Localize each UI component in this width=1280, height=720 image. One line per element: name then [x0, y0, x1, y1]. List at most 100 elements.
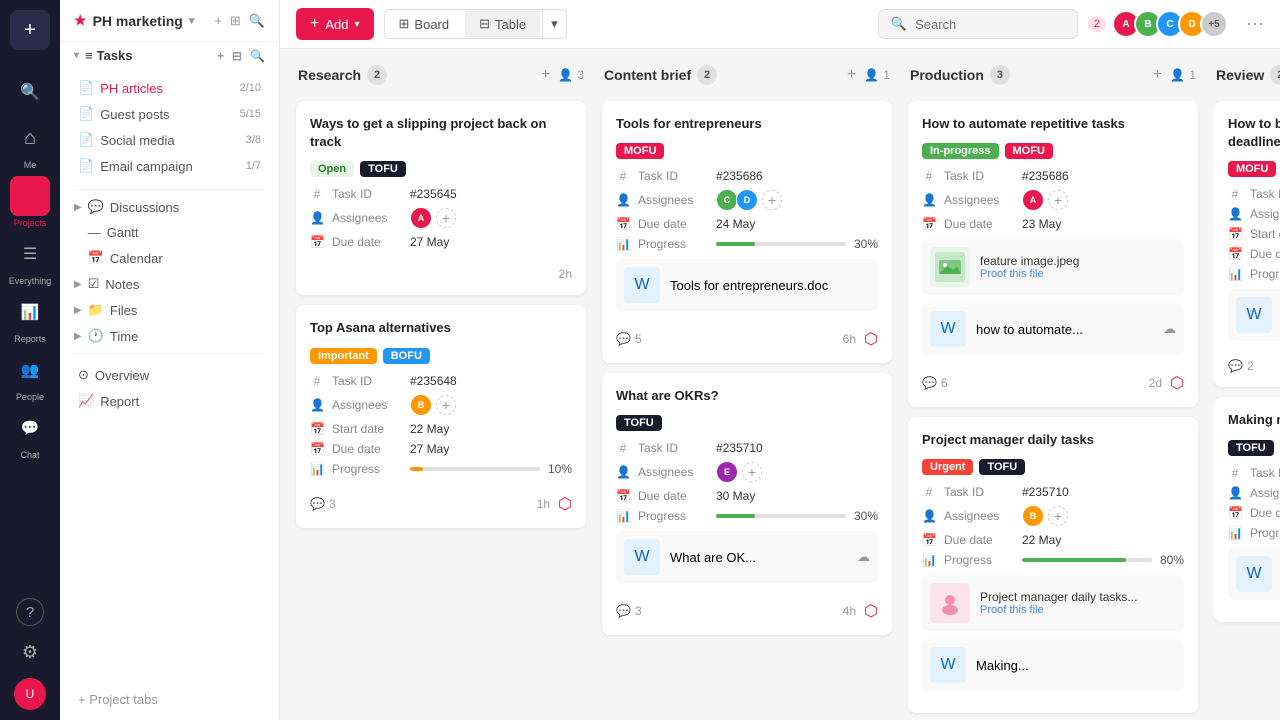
- nav-overview[interactable]: ⊙ Overview: [64, 362, 275, 388]
- user-avatar: U: [14, 678, 46, 710]
- nav-item-count: 5/15: [240, 108, 261, 120]
- card-production-2[interactable]: Project manager daily tasks Urgent TOFU …: [908, 417, 1198, 713]
- column-add-button[interactable]: +: [847, 66, 856, 84]
- chevron-down-icon: ▾: [189, 14, 195, 27]
- add-button[interactable]: + Add ▾: [296, 8, 374, 40]
- star-icon: ★: [74, 12, 87, 29]
- tasks-chevron: ▾: [74, 50, 79, 61]
- field-label: Due date: [1250, 506, 1280, 520]
- card-review-2[interactable]: Making mistak... TOFU # Task ID 👤 Assign…: [1214, 397, 1280, 621]
- files-icon: 📁: [88, 302, 104, 318]
- person-icon: 👤: [616, 193, 630, 207]
- sidebar-item-search[interactable]: 🔍: [10, 72, 50, 112]
- nav-ph-articles[interactable]: 📄 PH articles 2/10: [64, 75, 275, 101]
- card-footer: 2h: [310, 259, 572, 281]
- card-field-assignees: 👤 Assignees E +: [616, 461, 878, 483]
- nav-add-tabs[interactable]: + Project tabs: [64, 687, 275, 712]
- add-assignee-button[interactable]: +: [762, 190, 782, 210]
- tag-mofu: MOFU: [1005, 143, 1053, 159]
- card-footer: 💬 5 6h ⬡: [616, 321, 878, 349]
- card-field-duedate: 📅 Due date: [1228, 247, 1280, 261]
- tasks-filter-icon[interactable]: ⊟: [232, 49, 242, 63]
- nav-gantt[interactable]: ▶ — Gantt: [60, 220, 279, 245]
- card-comments: 💬 3: [616, 604, 642, 618]
- nav-add-icon[interactable]: +: [214, 13, 222, 29]
- add-assignee-button[interactable]: +: [1048, 506, 1068, 526]
- tasks-add-icon[interactable]: +: [217, 49, 224, 63]
- progress-fill: [716, 514, 755, 518]
- tasks-search-icon[interactable]: 🔍: [250, 49, 265, 63]
- nav-item-icon: 📄: [78, 80, 94, 96]
- nav-email-campaign[interactable]: 📄 Email campaign 1/7: [64, 153, 275, 179]
- tasks-section-header[interactable]: ▾ ≡ Tasks + ⊟ 🔍: [60, 42, 279, 69]
- tag-inprogress: In-progress: [922, 143, 999, 159]
- nav-search-icon[interactable]: 🔍: [249, 13, 265, 29]
- table-tab-label: Table: [495, 17, 526, 32]
- card-research-2[interactable]: Top Asana alternatives Important BOFU # …: [296, 305, 586, 527]
- sidebar-item-home[interactable]: ⌂ Me: [10, 118, 50, 170]
- nav-discussions[interactable]: ▶ 💬 Discussions: [60, 194, 279, 220]
- add-assignee-button[interactable]: +: [436, 208, 456, 228]
- nav-time[interactable]: ▶ 🕐 Time: [60, 323, 279, 349]
- attachment-link[interactable]: Proof this file: [980, 604, 1176, 616]
- add-assignee-button[interactable]: +: [436, 395, 456, 415]
- add-assignee-button[interactable]: +: [742, 462, 762, 482]
- search-box[interactable]: 🔍: [878, 9, 1078, 39]
- card-tags: MOFU: [1228, 161, 1280, 177]
- sidebar-item-chat[interactable]: 💬 Chat: [10, 408, 50, 460]
- add-assignee-button[interactable]: +: [1048, 190, 1068, 210]
- column-members: 👤 1: [1170, 68, 1196, 82]
- assignees: A +: [410, 207, 456, 229]
- comment-count: 3: [635, 604, 642, 618]
- sidebar-add-button[interactable]: +: [10, 10, 50, 50]
- card-research-1[interactable]: Ways to get a slipping project back on t…: [296, 101, 586, 295]
- view-more-button[interactable]: ▾: [542, 10, 566, 38]
- nav-calendar[interactable]: ▶ 📅 Calendar: [60, 245, 279, 271]
- card-content-2[interactable]: What are OKRs? TOFU # Task ID #235710 👤 …: [602, 373, 892, 635]
- assignees: A +: [1022, 189, 1068, 211]
- task-id-value: #235686: [1022, 169, 1069, 183]
- attachment-link[interactable]: Proof this file: [980, 268, 1176, 280]
- column-add-button[interactable]: +: [1153, 66, 1162, 84]
- toolbar-more-button[interactable]: ⋯: [1246, 14, 1264, 35]
- assignees: E +: [716, 461, 762, 483]
- tab-board[interactable]: ⊞ Board: [385, 10, 464, 38]
- nav-item-label: Email campaign: [100, 159, 193, 174]
- progress-bar: [410, 467, 540, 471]
- nav-filter-icon[interactable]: ⊞: [230, 13, 241, 29]
- tag-urgent: Urgent: [922, 459, 973, 475]
- task-id-value: #235710: [716, 441, 763, 455]
- card-field-taskid: # Task ID #235710: [616, 441, 878, 455]
- sidebar-item-everything[interactable]: ☰ Everything: [9, 234, 52, 286]
- card-field-taskid: # Task ID: [1228, 466, 1280, 480]
- nav-report[interactable]: 📈 Report: [64, 388, 275, 414]
- card-tags: MOFU: [616, 143, 878, 159]
- due-date-value: 24 May: [716, 217, 755, 231]
- nav-social-media[interactable]: 📄 Social media 3/8: [64, 127, 275, 153]
- sidebar-item-help[interactable]: ?: [16, 598, 44, 626]
- field-label: Assignees: [1250, 207, 1280, 221]
- sidebar-item-avatar[interactable]: U: [14, 678, 46, 710]
- nav-notes[interactable]: ▶ ☑ Notes: [60, 271, 279, 297]
- sidebar-item-projects[interactable]: ◉ Projects: [10, 176, 50, 228]
- card-production-1[interactable]: How to automate repetitive tasks In-prog…: [908, 101, 1198, 407]
- column-add-button[interactable]: +: [541, 66, 550, 84]
- field-label: Due date: [638, 489, 708, 503]
- assignee-avatar: C: [716, 189, 738, 211]
- tab-table[interactable]: ⊟ Table: [465, 10, 540, 38]
- card-review-1[interactable]: How to better h... deadlines as a... MOF…: [1214, 101, 1280, 387]
- nav-guest-posts[interactable]: 📄 Guest posts 5/15: [64, 101, 275, 127]
- nav-files[interactable]: ▶ 📁 Files: [60, 297, 279, 323]
- sidebar-item-people[interactable]: 👥 People: [10, 350, 50, 402]
- chevron-right-icon: ▶: [74, 279, 82, 290]
- card-content-1[interactable]: Tools for entrepreneurs MOFU # Task ID #…: [602, 101, 892, 363]
- search-input[interactable]: [915, 17, 1065, 32]
- sidebar-item-reports[interactable]: 📊 Reports: [10, 292, 50, 344]
- board-tab-label: Board: [414, 17, 449, 32]
- sidebar-item-settings[interactable]: ⚙: [10, 632, 50, 672]
- card-field-duedate: 📅 Due date 23 May: [922, 217, 1184, 231]
- progress-row: 80%: [1022, 553, 1184, 567]
- column-content-brief: Content brief 2 + 👤 1 Tools for entrepre…: [602, 65, 892, 704]
- nav-header-actions: + ⊞ 🔍: [214, 13, 265, 29]
- progress-value: 80%: [1160, 553, 1184, 567]
